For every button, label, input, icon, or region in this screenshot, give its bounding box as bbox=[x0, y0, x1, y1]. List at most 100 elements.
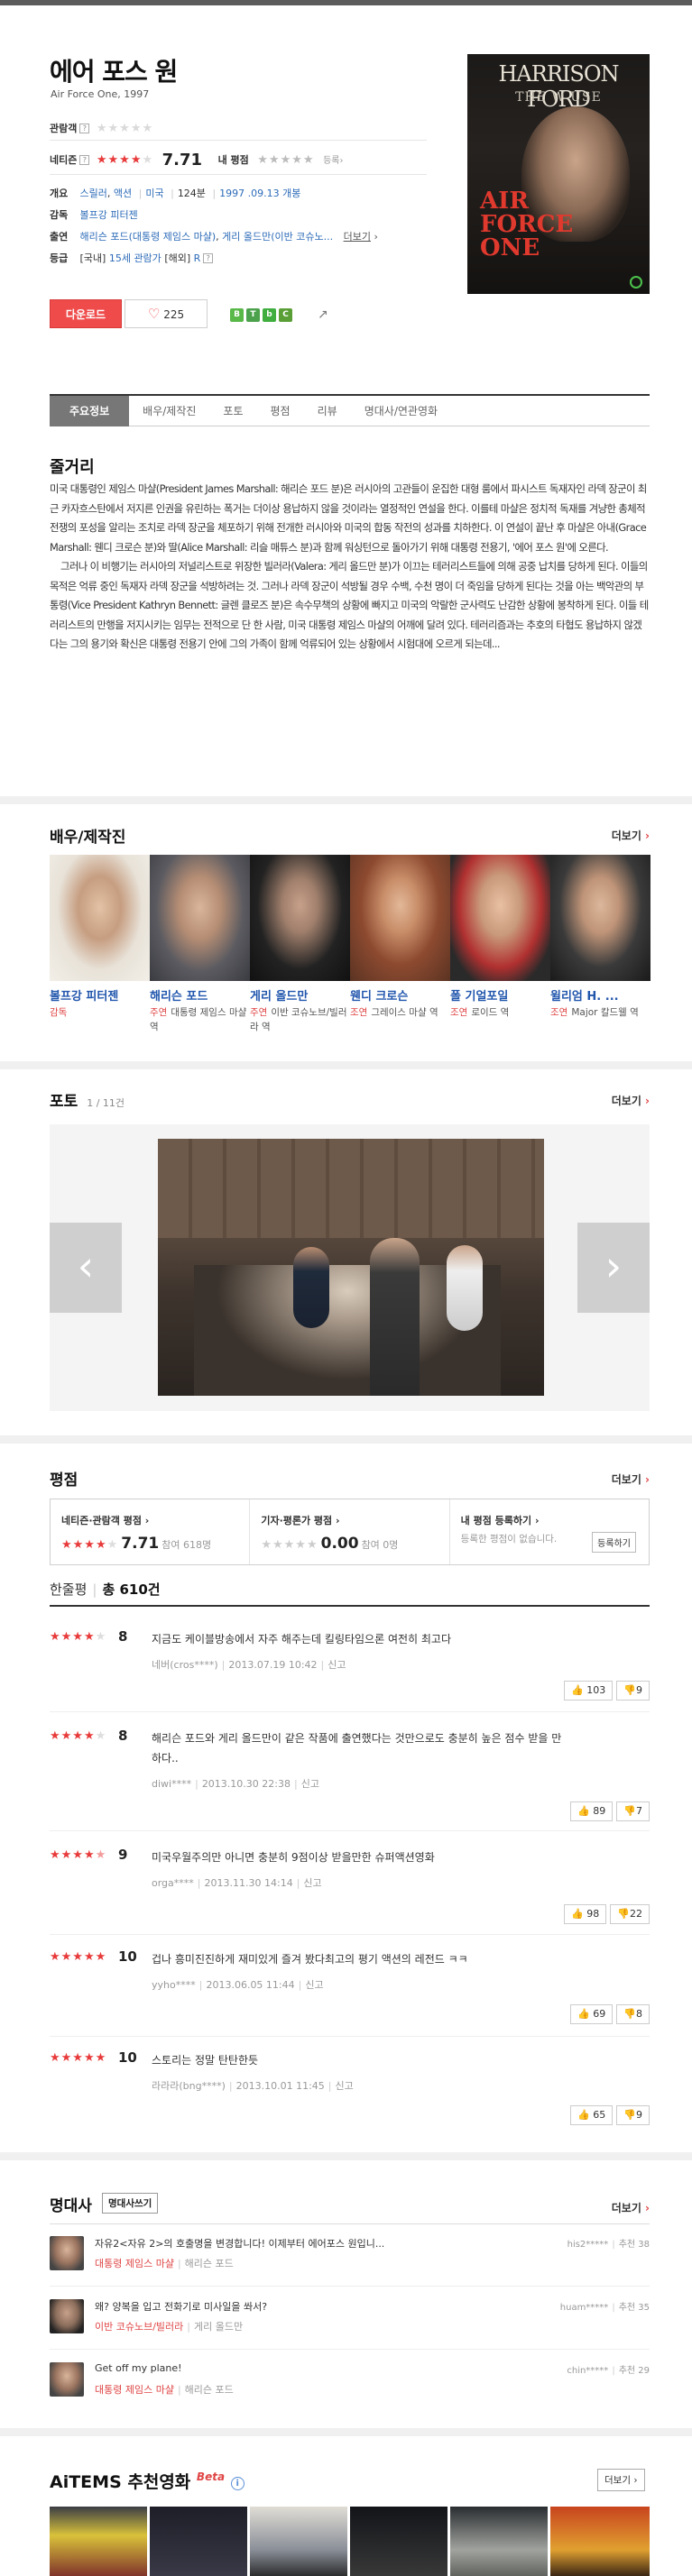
section-divider bbox=[0, 2428, 692, 2436]
movie-poster[interactable]: HARRISON FORD THE W USE AIR FORCE ONE bbox=[467, 54, 650, 294]
upvote-button[interactable]: 👍 98 bbox=[564, 1904, 607, 1924]
cast-card[interactable]: 웬디 크로슨 조연 그레이스 마샬 역 bbox=[350, 855, 450, 1018]
recommended-movie-poster[interactable] bbox=[550, 2507, 650, 2576]
aitems-more-button[interactable]: 더보기 › bbox=[597, 2469, 645, 2491]
rating-section-title: 평점 bbox=[50, 1471, 78, 1490]
photo-more-link[interactable]: 더보기 › bbox=[612, 1093, 650, 1108]
downvote-button[interactable]: 👎7 bbox=[616, 1801, 650, 1821]
cast-more-link[interactable]: 더보기 › bbox=[612, 828, 650, 843]
help-icon[interactable]: ? bbox=[79, 124, 90, 133]
share-icon[interactable]: ↗ bbox=[318, 307, 328, 322]
zoom-icon[interactable] bbox=[630, 276, 642, 289]
like-button[interactable]: ♡ 225 bbox=[125, 299, 208, 328]
cast-name: 게리 올드만 bbox=[250, 990, 309, 1004]
cast-photo bbox=[450, 855, 550, 981]
band-icon[interactable]: B bbox=[230, 308, 244, 322]
upvote-button[interactable]: 👍 103 bbox=[564, 1681, 614, 1701]
grade-link[interactable]: 15세 관람가 bbox=[109, 252, 161, 264]
upvote-button[interactable]: 👍 89 bbox=[570, 1801, 614, 1821]
genre-link[interactable]: 액션 bbox=[114, 188, 132, 199]
movie-still[interactable] bbox=[158, 1139, 544, 1396]
photo-section-title: 포토 1 / 11건 bbox=[50, 1093, 125, 1111]
thumbs-up-icon: 👍 bbox=[577, 1805, 590, 1817]
cast-photo bbox=[550, 855, 650, 981]
genre-link[interactable]: 스릴러 bbox=[80, 188, 107, 199]
rating-more-link[interactable]: 더보기 › bbox=[612, 1471, 650, 1487]
help-icon[interactable]: ? bbox=[203, 253, 214, 263]
movie-subtitle: Air Force One, 1997 bbox=[51, 88, 150, 100]
download-button[interactable]: 다운로드 bbox=[50, 299, 122, 328]
quotes-more-link[interactable]: 더보기 › bbox=[612, 2200, 650, 2215]
release-date[interactable]: 1997 .09.13 개봉 bbox=[219, 188, 300, 199]
grade-row: 등급 [국내] 15세 관람가 [해외] R? bbox=[50, 251, 214, 265]
my-rating-label: 내 평점 bbox=[217, 154, 249, 166]
tab-quotes[interactable]: 명대사/연관영화 bbox=[351, 396, 451, 426]
report-link[interactable]: 신고 bbox=[328, 1659, 346, 1671]
country-link[interactable]: 미국 bbox=[145, 188, 163, 199]
blog-icon[interactable]: b bbox=[263, 308, 276, 322]
upvote-button[interactable]: 👍 65 bbox=[570, 2105, 614, 2125]
downvote-button[interactable]: 👎9 bbox=[616, 2105, 650, 2125]
review-item: ★★★★★ 8 해리슨 포드와 게리 올드만이 같은 작품에 출연했다는 것만으… bbox=[50, 1728, 650, 1831]
netizen-stars: ★★★★★ bbox=[96, 153, 154, 167]
thumbs-down-icon: 👎 bbox=[623, 2109, 636, 2121]
grade-link[interactable]: R bbox=[194, 252, 201, 264]
tab-review[interactable]: 리뷰 bbox=[304, 396, 351, 426]
prev-photo-button[interactable]: ‹ bbox=[50, 1223, 122, 1313]
quote-item[interactable]: Get off my plane! 대통령 제임스 마샬 | 해리슨 포드 chin… bbox=[50, 2362, 650, 2407]
next-photo-button[interactable]: › bbox=[577, 1223, 650, 1313]
section-divider bbox=[0, 1435, 692, 1444]
tab-rating[interactable]: 평점 bbox=[257, 396, 304, 426]
heart-icon: ♡ bbox=[147, 306, 161, 322]
downvote-button[interactable]: 👎9 bbox=[616, 1681, 650, 1701]
recommended-movie-poster[interactable] bbox=[50, 2507, 147, 2576]
oneline-header: 한줄평 | 총 610건 bbox=[50, 1581, 161, 1598]
downvote-button[interactable]: 👎22 bbox=[610, 1904, 650, 1924]
netizen-rating-box: 네티즌·관람객 평점 › ★★★★★ 7.71 참여 618명 bbox=[51, 1499, 251, 1564]
recommended-movie-poster[interactable] bbox=[150, 2507, 247, 2576]
report-link[interactable]: 신고 bbox=[336, 2080, 354, 2092]
info-icon[interactable]: i bbox=[230, 2477, 245, 2490]
quote-item[interactable]: 왜? 양복을 입고 전화기로 미사일을 쏴서? 이반 코슈노브/빌러라 | 게리 올… bbox=[50, 2299, 650, 2344]
cafe-icon[interactable]: C bbox=[279, 308, 292, 322]
register-rating-link[interactable]: 등록 bbox=[323, 156, 339, 166]
section-divider bbox=[0, 1061, 692, 1069]
write-quote-button[interactable]: 명대사쓰기 bbox=[102, 2193, 159, 2214]
cast-card[interactable]: 윌리엄 H. ... 조연 Major 칼드웰 역 bbox=[550, 855, 650, 1018]
cast-card[interactable]: 게리 올드만 주연 이반 코슈노브/빌러라 역 bbox=[250, 855, 350, 1032]
cast-card[interactable]: 해리슨 포드 주연 대통령 제임스 마샬 역 bbox=[150, 855, 250, 1032]
netizen-rating-row: 네티즌? ★★★★★ 7.71 내 평점 ★★★★★ 등록› bbox=[50, 151, 344, 170]
outline-row: 개요 스릴러, 액션 | 미국 | 124분 | 1997 .09.13 개봉 bbox=[50, 188, 301, 199]
cast-more-link[interactable]: 더보기 bbox=[344, 231, 371, 243]
cast-link[interactable]: 해리슨 포드(대통령 제임스 마샬) bbox=[80, 231, 217, 243]
talk-icon[interactable]: T bbox=[246, 308, 260, 322]
recommended-movie-poster[interactable] bbox=[250, 2507, 347, 2576]
thumbs-down-icon: 👎 bbox=[623, 2008, 636, 2020]
tab-cast[interactable]: 배우/제작진 bbox=[129, 396, 209, 426]
report-link[interactable]: 신고 bbox=[301, 1778, 319, 1790]
review-item: ★★★★★ 10 겁나 흥미진진하게 재미있게 즐겨 봤다최고의 평기 액션의 … bbox=[50, 1948, 650, 2037]
tab-photo[interactable]: 포토 bbox=[209, 396, 256, 426]
downvote-button[interactable]: 👎8 bbox=[616, 2004, 650, 2024]
tab-main-info[interactable]: 주요정보 bbox=[50, 396, 130, 426]
upvote-button[interactable]: 👍 69 bbox=[570, 2004, 614, 2024]
grade-label: 등급 bbox=[50, 252, 69, 264]
netizen-label: 네티즌 bbox=[50, 154, 78, 166]
recommended-movie-poster[interactable] bbox=[350, 2507, 447, 2576]
my-rating-stars[interactable]: ★★★★★ bbox=[257, 153, 314, 167]
synopsis-title: 줄거리 bbox=[50, 458, 95, 477]
report-link[interactable]: 신고 bbox=[303, 1877, 321, 1889]
cast-photo bbox=[350, 855, 450, 981]
quote-item[interactable]: 자유2<자유 2>의 호출명을 변경합니다! 이제부터 에어포스 원입니... … bbox=[50, 2236, 650, 2281]
recommended-movie-poster[interactable] bbox=[450, 2507, 548, 2576]
cast-name: 해리슨 포드 bbox=[150, 990, 208, 1004]
director-link[interactable]: 볼프강 피터젠 bbox=[80, 209, 138, 221]
review-item: ★★★★★ 10 스토리는 정말 탄탄한듯 라라라(bng****) | 2013.… bbox=[50, 2049, 650, 2125]
register-rating-button[interactable]: 등록하기 bbox=[592, 1532, 636, 1553]
director-row: 감독 볼프강 피터젠 bbox=[50, 207, 138, 222]
cast-link[interactable]: 게리 올드만(이반 코슈노... bbox=[222, 231, 333, 243]
cast-card[interactable]: 폴 기얼포일 조연 로이드 역 bbox=[450, 855, 550, 1018]
report-link[interactable]: 신고 bbox=[305, 1979, 323, 1991]
cast-card[interactable]: 볼프강 피터젠 감독 bbox=[50, 855, 150, 1018]
help-icon[interactable]: ? bbox=[79, 155, 90, 165]
